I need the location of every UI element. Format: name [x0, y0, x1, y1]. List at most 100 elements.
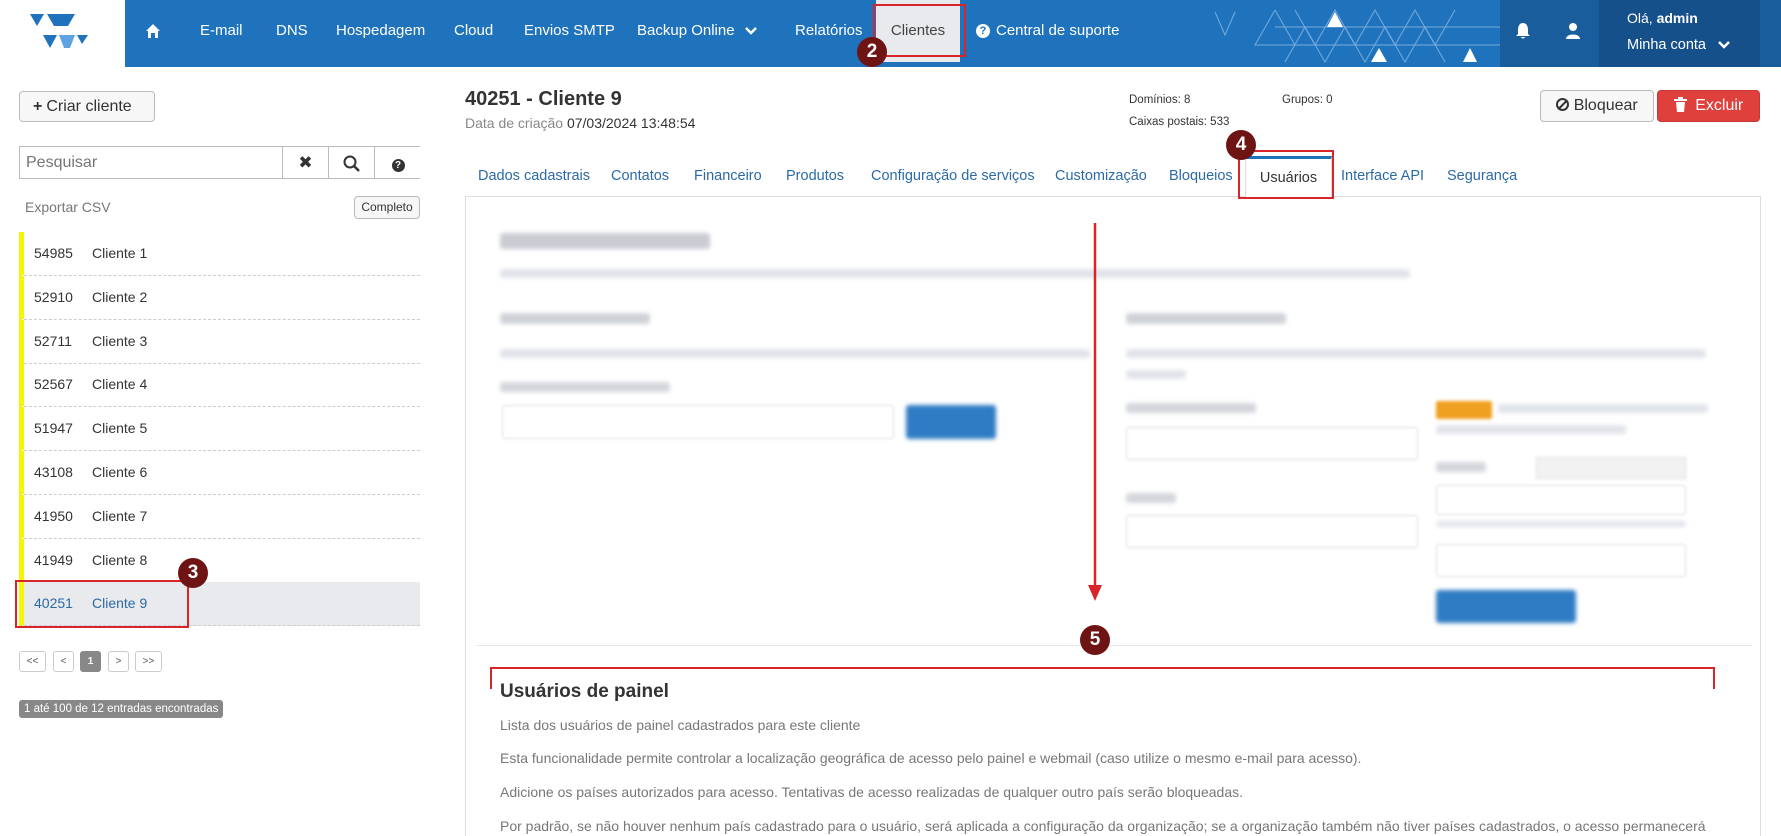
- client-row[interactable]: 54985 Cliente 1: [19, 232, 420, 276]
- blurred-text: [1126, 370, 1186, 379]
- blurred-select: [502, 405, 894, 439]
- client-name: Cliente 7: [92, 508, 148, 524]
- tab-customizacao[interactable]: Customização: [1055, 168, 1147, 184]
- ban-icon: [1556, 98, 1570, 111]
- greeting-prefix: Olá,: [1627, 10, 1653, 26]
- blurred-input: [1436, 485, 1686, 515]
- nav-email[interactable]: E-mail: [200, 0, 243, 62]
- blurred-input: [1126, 427, 1418, 460]
- nav-dns[interactable]: DNS: [276, 0, 308, 62]
- complete-button[interactable]: Completo: [354, 196, 420, 219]
- client-id: 54985: [34, 245, 73, 261]
- blurred-text: [1436, 462, 1486, 472]
- annotation-box-3: [15, 580, 189, 628]
- help-icon[interactable]: ?: [375, 147, 421, 178]
- nav-central-suporte[interactable]: ? Central de suporte: [976, 0, 1119, 62]
- entries-count-badge: 1 até 100 de 12 entradas encontradas: [19, 700, 224, 718]
- groups-count: Grupos: 0: [1282, 94, 1333, 106]
- tab-contatos[interactable]: Contatos: [611, 168, 669, 184]
- bell-icon[interactable]: [1515, 22, 1531, 43]
- tab-dados-cadastrais[interactable]: Dados cadastrais: [478, 168, 590, 184]
- client-id: 51947: [34, 420, 73, 436]
- search-icon[interactable]: [329, 147, 375, 178]
- client-row[interactable]: 41950 Cliente 7: [19, 495, 420, 539]
- panel-users-text: Adicione os países autorizados para aces…: [500, 784, 1243, 800]
- client-id: 41949: [34, 552, 73, 568]
- annotation-arrow: [1088, 223, 1102, 601]
- users-tab-panel: Usuários de painel Lista dos usuários de…: [465, 196, 1761, 836]
- user-menu[interactable]: Olá, admin Minha conta: [1599, 0, 1760, 67]
- delete-button[interactable]: Excluir: [1657, 90, 1760, 122]
- nav-cloud[interactable]: Cloud: [454, 0, 493, 62]
- tab-financeiro[interactable]: Financeiro: [694, 168, 762, 184]
- tab-configuracao-servicos[interactable]: Configuração de serviços: [871, 168, 1035, 184]
- panel-users-text: Esta funcionalidade permite controlar a …: [500, 750, 1362, 766]
- nav-envios-smtp[interactable]: Envios SMTP: [524, 0, 615, 62]
- pagination-last[interactable]: >>: [135, 651, 162, 672]
- client-name: Cliente 2: [92, 289, 148, 305]
- delete-button-label: Excluir: [1695, 97, 1744, 114]
- annotation-box-4: [1238, 150, 1334, 199]
- tab-seguranca[interactable]: Segurança: [1447, 168, 1517, 184]
- create-client-button[interactable]: + Criar cliente: [19, 91, 155, 122]
- user-icon[interactable]: [1565, 22, 1581, 43]
- logo[interactable]: [0, 0, 125, 67]
- create-client-label: Criar cliente: [46, 98, 132, 115]
- username: admin: [1656, 10, 1698, 26]
- plus-icon: +: [33, 98, 43, 115]
- search-group: ✖ ?: [19, 146, 421, 179]
- pagination-prev[interactable]: <: [53, 651, 74, 672]
- search-input[interactable]: [20, 147, 283, 178]
- client-name: Cliente 5: [92, 420, 148, 436]
- chevron-down-icon: [744, 0, 757, 62]
- client-id: 52910: [34, 289, 73, 305]
- client-row[interactable]: 52910 Cliente 2: [19, 276, 420, 320]
- client-row[interactable]: 43108 Cliente 6: [19, 451, 420, 495]
- nav-relatorios[interactable]: Relatórios: [795, 0, 863, 62]
- block-button[interactable]: Bloquear: [1540, 90, 1654, 122]
- annotation-box-5: [490, 667, 1715, 689]
- annotation-badge-3: 3: [178, 558, 208, 588]
- blurred-text: [1126, 349, 1706, 358]
- nav-backup-online[interactable]: Backup Online: [637, 0, 757, 62]
- annotation-badge-4: 4: [1226, 130, 1256, 160]
- annotation-badge-5: 5: [1080, 625, 1110, 655]
- blurred-heading: [500, 233, 710, 249]
- tab-bloqueios[interactable]: Bloqueios: [1169, 168, 1233, 184]
- creation-date-label: Data de criação: [465, 115, 564, 131]
- panel-users-text: Por padrão, se não houver nenhum país ca…: [500, 818, 1706, 834]
- pagination-next[interactable]: >: [108, 651, 129, 672]
- tab-produtos[interactable]: Produtos: [786, 168, 844, 184]
- pagination-page-1[interactable]: 1: [80, 651, 101, 672]
- blurred-text: [500, 349, 1090, 358]
- client-id: 52567: [34, 376, 73, 392]
- pagination-first[interactable]: <<: [19, 651, 46, 672]
- creation-date-value: 07/03/2024 13:48:54: [566, 115, 696, 131]
- export-csv-link[interactable]: Exportar CSV: [25, 199, 111, 215]
- blurred-strength-bar: [1436, 521, 1686, 527]
- client-name: Cliente 3: [92, 333, 148, 349]
- user-greeting: Olá, admin: [1627, 10, 1698, 26]
- client-row[interactable]: 52711 Cliente 3: [19, 320, 420, 364]
- client-name: Cliente 4: [92, 376, 148, 392]
- blurred-text: [1436, 425, 1626, 434]
- panel-users-text: Lista dos usuários de painel cadastrados…: [500, 717, 861, 733]
- nav-backup-online-label: Backup Online: [637, 22, 735, 39]
- block-button-label: Bloquear: [1573, 97, 1638, 114]
- client-name: Cliente 6: [92, 464, 148, 480]
- tab-interface-api[interactable]: Interface API: [1341, 168, 1424, 184]
- client-id: 43108: [34, 464, 73, 480]
- logo-icon: [30, 14, 88, 48]
- blurred-text: [500, 269, 1410, 278]
- blurred-text: [1126, 313, 1286, 324]
- annotation-box-2: [873, 4, 966, 57]
- client-row[interactable]: 52567 Cliente 4: [19, 363, 420, 407]
- client-title: 40251 - Cliente 9: [465, 88, 622, 110]
- account-menu[interactable]: Minha conta: [1627, 37, 1730, 53]
- client-row[interactable]: 51947 Cliente 5: [19, 407, 420, 451]
- client-row[interactable]: 41949 Cliente 8: [19, 539, 420, 583]
- blurred-input: [1126, 515, 1418, 548]
- home-icon[interactable]: [145, 0, 161, 62]
- nav-hospedagem[interactable]: Hospedagem: [336, 0, 425, 62]
- clear-icon[interactable]: ✖: [283, 147, 329, 178]
